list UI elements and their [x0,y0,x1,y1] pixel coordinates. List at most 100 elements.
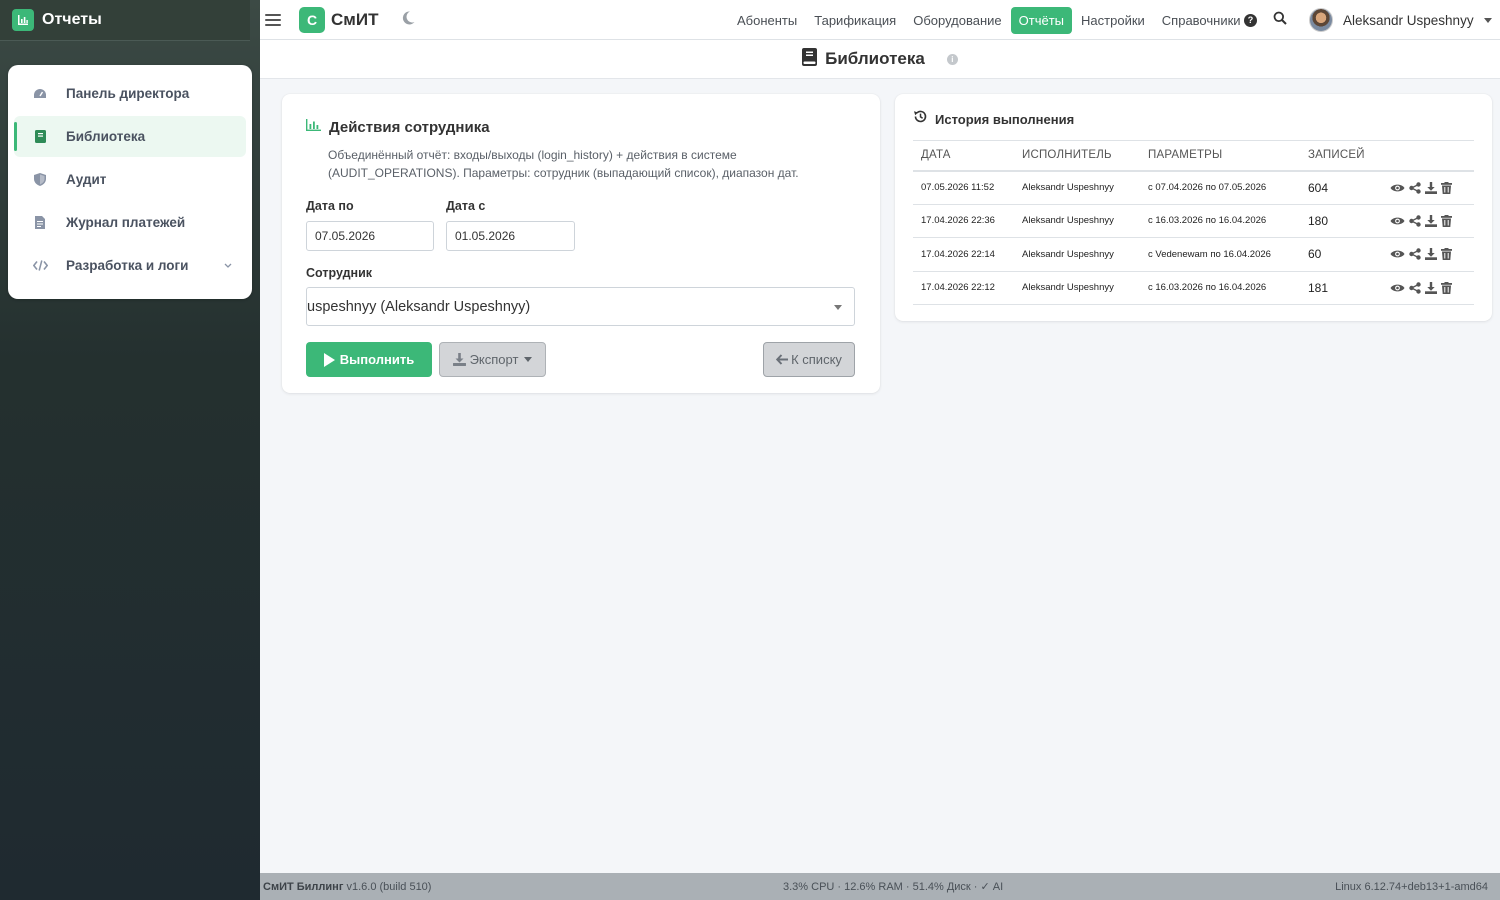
user-menu[interactable]: Aleksandr Uspeshnyy [1309,0,1492,40]
sidebar-brand-text: Отчеты [42,11,102,28]
book-icon [32,129,48,145]
share-icon[interactable] [1409,215,1421,227]
report-title-row: Действия сотрудника [306,118,490,136]
trash-icon[interactable] [1441,281,1452,294]
employee-label: Сотрудник [306,266,373,280]
share-icon[interactable] [1409,181,1421,194]
page-header: Библиотека i [260,40,1500,79]
info-icon[interactable]: i [946,53,958,65]
cell-count: 60 [1300,237,1382,272]
sidebar-menu: Панель директора Библиотека Аудит Журнал… [8,65,252,299]
eye-icon[interactable] [1390,183,1405,193]
trash-icon[interactable] [1441,248,1452,261]
file-invoice-icon [32,215,48,231]
eye-icon[interactable] [1390,283,1405,293]
cell-date: 07.05.2026 11:52 [913,170,1014,205]
top-navbar: С СмИТ Абоненты Тарификация Оборудование… [260,0,1500,40]
history-table: ДАТА ИСПОЛНИТЕЛЬ ПАРАМЕТРЫ ЗАПИСЕЙ 07.05… [913,140,1474,305]
table-row: 17.04.2026 22:36 Aleksandr Uspeshnyy с 1… [913,204,1474,238]
back-to-list-button[interactable]: К списку [763,342,855,377]
cell-params: с 07.04.2026 по 07.05.2026 [1140,170,1300,205]
cell-actions [1382,237,1474,272]
app-logo[interactable]: С [299,6,325,33]
history-icon [913,110,927,128]
footer-app-name: СмИТ Биллинг [263,880,344,893]
sidebar-item-library[interactable]: Библиотека [14,116,246,157]
nav-references[interactable]: Справочники [1154,7,1249,34]
sidebar-item-label: Журнал платежей [66,215,186,230]
help-icon[interactable]: ? [1244,13,1257,27]
column-header-params[interactable]: ПАРАМЕТРЫ [1140,140,1300,172]
sidebar-brand[interactable]: Отчеты [0,0,250,41]
history-title: История выполнения [935,111,1075,127]
cell-executor: Aleksandr Uspeshnyy [1014,204,1140,238]
footer-os-info: Linux 6.12.74+deb13+1-amd64 [1335,880,1488,893]
sidebar-item-audit[interactable]: Аудит [14,159,246,200]
cell-executor: Aleksandr Uspeshnyy [1014,237,1140,272]
column-header-date[interactable]: ДАТА [913,140,1014,172]
moon-icon[interactable] [402,10,415,29]
cell-date: 17.04.2026 22:36 [913,204,1014,238]
cell-date: 17.04.2026 22:14 [913,237,1014,272]
cell-params: с Vedenewam по 16.04.2026 [1140,237,1300,272]
cell-params: с 16.03.2026 по 16.04.2026 [1140,204,1300,238]
footer-version: v1.6.0 (build 510) [346,880,432,893]
run-button[interactable]: Выполнить [306,342,432,377]
eye-icon[interactable] [1390,249,1405,259]
sidebar-item-dev-logs[interactable]: Разработка и логи [14,245,246,286]
download-icon[interactable] [1425,214,1437,227]
search-icon[interactable] [1273,11,1287,30]
sidebar-item-director-panel[interactable]: Панель директора [14,73,246,114]
employee-select[interactable]: uspeshnyy (Aleksandr Uspeshnyy) [306,287,855,326]
download-icon[interactable] [1425,181,1437,194]
cell-executor: Aleksandr Uspeshnyy [1014,170,1140,205]
top-nav-links: Абоненты Тарификация Оборудование Отчёты… [729,0,1250,40]
caret-down-icon [1483,17,1492,23]
nav-subscribers[interactable]: Абоненты [729,7,805,34]
caret-down-icon [524,357,533,362]
history-title-row: История выполнения [913,110,1074,128]
nav-reports[interactable]: Отчёты [1010,6,1073,34]
sidebar: Отчеты Панель директора Библиотека Аудит… [0,0,260,900]
date-to-input[interactable]: 07.05.2026 [306,221,434,251]
date-from-label: Дата с [446,199,486,213]
menu-toggle-icon[interactable] [265,13,281,26]
cell-actions [1382,204,1474,238]
share-icon[interactable] [1409,248,1421,260]
nav-tariffing[interactable]: Тарификация [806,7,904,34]
cell-count: 180 [1300,204,1382,238]
nav-settings[interactable]: Настройки [1073,7,1153,34]
footer: СмИТ Биллинг v1.6.0 (build 510) 3.3% CPU… [260,873,1500,900]
download-icon[interactable] [1425,281,1437,294]
sidebar-item-label: Разработка и логи [66,258,189,273]
shield-icon [32,172,48,188]
cell-count: 181 [1300,271,1382,305]
trash-icon[interactable] [1441,181,1452,194]
date-to-label: Дата по [306,199,354,213]
page-title: Библиотека [825,49,925,68]
dashboard-icon [32,86,48,102]
download-icon[interactable] [1425,248,1437,261]
date-from-input[interactable]: 01.05.2026 [446,221,575,251]
report-description: Объединённый отчёт: входы/выходы (login_… [328,148,799,180]
export-button[interactable]: Экспорт [439,342,546,377]
column-header-actions [1382,140,1474,172]
cell-params: с 16.03.2026 по 16.04.2026 [1140,271,1300,305]
eye-icon[interactable] [1390,216,1405,226]
table-row: 17.04.2026 22:12 Aleksandr Uspeshnyy с 1… [913,271,1474,305]
cell-executor: Aleksandr Uspeshnyy [1014,271,1140,305]
arrow-left-icon [776,354,789,365]
column-header-count[interactable]: ЗАПИСЕЙ [1300,140,1382,172]
report-title: Действия сотрудника [329,118,490,136]
sidebar-item-payment-log[interactable]: Журнал платежей [14,202,246,243]
top-icons: ? [1244,0,1287,40]
cell-count: 604 [1300,170,1382,205]
app-name[interactable]: СмИТ [331,10,378,30]
caret-down-icon [834,305,842,310]
share-icon[interactable] [1409,282,1421,294]
nav-equipment[interactable]: Оборудование [905,7,1009,34]
column-header-executor[interactable]: ИСПОЛНИТЕЛЬ [1014,140,1140,172]
book-icon [802,47,818,71]
download-icon [452,353,466,366]
trash-icon[interactable] [1441,214,1452,227]
